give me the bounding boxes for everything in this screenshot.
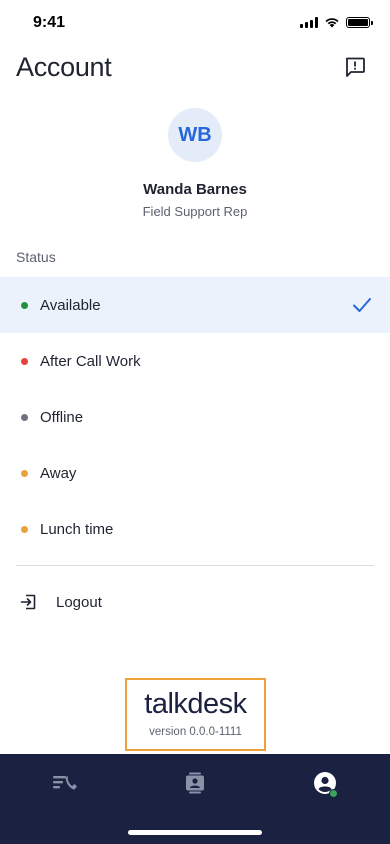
brand-footer: talkdesk version 0.0.0-1111 [125,678,266,751]
status-list: Available After Call Work Offline Away L… [0,277,390,557]
tab-contacts[interactable] [175,768,215,798]
profile-avatar: WB [168,108,222,162]
contacts-icon [186,772,204,794]
tab-conversations[interactable] [45,768,85,798]
status-dot [21,357,28,365]
user-name: Wanda Barnes [143,181,247,198]
status-dot [21,525,28,533]
conversations-icon [53,776,77,790]
status-time: 9:41 [33,14,66,31]
status-dot [21,469,28,477]
status-item-after-call-work[interactable]: After Call Work [0,333,390,389]
status-item-available[interactable]: Available [0,277,390,333]
logout-icon [20,594,36,610]
status-label: Available [40,296,101,314]
presence-badge [329,789,338,798]
feedback-button[interactable] [344,56,366,78]
profile-initials: WB [178,123,212,146]
status-bar: 9:41 [0,0,390,46]
status-label: Lunch time [40,520,114,538]
tab-account[interactable] [305,768,345,798]
status-icons [300,16,373,28]
status-label: Offline [40,408,84,426]
logout-button[interactable]: Logout [0,578,390,626]
status-item-offline[interactable]: Offline [0,389,390,445]
version-text: version 0.0.0-1111 [149,726,242,738]
divider [16,565,374,566]
feedback-icon [345,57,365,77]
status-dot [21,301,28,309]
check-icon [353,298,371,312]
cellular-signal-icon [300,16,318,28]
status-label: Away [40,464,77,482]
user-role: Field Support Rep [142,204,248,219]
status-label: After Call Work [40,352,141,370]
home-indicator [128,830,262,835]
battery-icon [346,16,373,28]
status-item-lunch-time[interactable]: Lunch time [0,501,390,557]
logout-label: Logout [56,594,102,611]
status-dot [21,413,28,421]
wifi-icon [325,18,339,28]
status-section-label: Status [16,249,56,265]
status-item-away[interactable]: Away [0,445,390,501]
brand-logo: talkdesk [144,688,247,720]
page-title: Account [16,52,112,82]
